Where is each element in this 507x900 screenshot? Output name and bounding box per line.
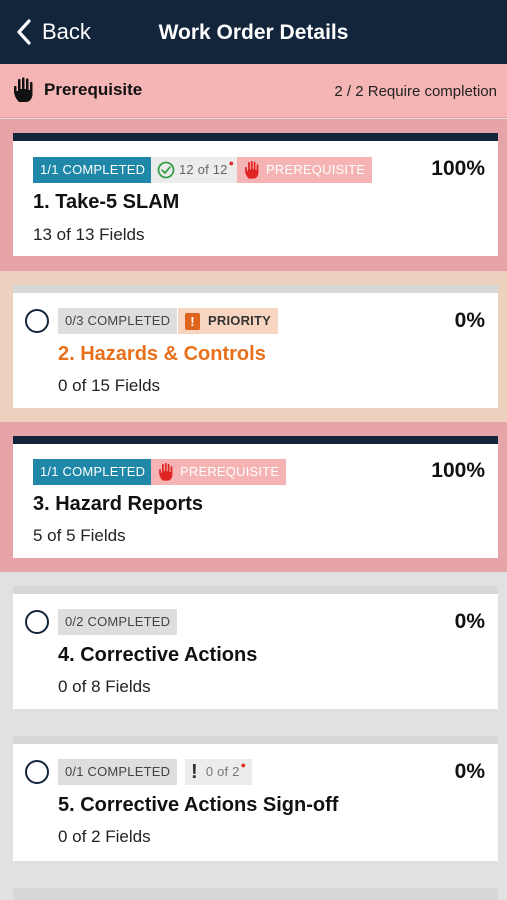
- card-cap: [13, 133, 498, 141]
- card-cap: [13, 285, 498, 293]
- card-cap: [13, 736, 498, 744]
- field-count: 5 of 5 Fields: [33, 526, 126, 545]
- item-title: 4. Corrective Actions: [58, 644, 258, 666]
- percent-complete: 0%: [454, 309, 485, 332]
- check-circle-icon: [157, 161, 175, 179]
- percent-complete: 100%: [431, 459, 485, 482]
- prerequisite-banner: Prerequisite 2 / 2 Require completion: [0, 64, 507, 118]
- requirement-text: 2 / 2 Require completion: [334, 83, 497, 100]
- completed-badge: 1/1 COMPLETED: [33, 157, 153, 183]
- completed-badge: 0/2 COMPLETED: [58, 609, 178, 635]
- item-section: 0/3 COMPLETED PRIORITY 0% 2. Hazards & C…: [0, 271, 507, 422]
- check-count-badge: 12 of 12 ●: [151, 157, 241, 183]
- field-count: 0 of 15 Fields: [58, 376, 161, 395]
- item-title: 5. Corrective Actions Sign-off: [58, 794, 339, 816]
- item-section: 1/1 COMPLETED 12 of 12 ● PREREQUISITE 100…: [0, 119, 507, 271]
- hand-stop-icon: [245, 160, 259, 179]
- work-item-card[interactable]: 1/1 COMPLETED PREREQUISITE 100% 3. Hazar…: [13, 444, 498, 558]
- radio-icon[interactable]: [25, 610, 49, 634]
- item-section: 0/2 COMPLETED 0% 4. Corrective Actions 0…: [0, 572, 507, 722]
- work-item-card[interactable]: 0/1 COMPLETED ! 0 of 2 ● 0% 5. Corrective…: [13, 744, 498, 861]
- priority-label: PRIORITY: [208, 313, 271, 328]
- priority-icon: [185, 309, 200, 335]
- prerequisite-label: Prerequisite: [44, 80, 143, 99]
- completed-badge: 0/3 COMPLETED: [58, 308, 178, 334]
- percent-complete: 0%: [454, 610, 485, 633]
- priority-badge: PRIORITY: [178, 308, 278, 335]
- work-item-card[interactable]: 1/1 COMPLETED 12 of 12 ● PREREQUISITE 100…: [13, 141, 498, 256]
- field-count: 0 of 2 Fields: [58, 827, 151, 846]
- item-section: [0, 874, 507, 900]
- completed-badge: 0/1 COMPLETED: [58, 759, 178, 785]
- page-title: Work Order Details: [158, 21, 349, 44]
- nav-bar: Back Work Order Details: [0, 0, 507, 64]
- card-cap: [13, 586, 498, 594]
- prerequisite-badge-label: PREREQUISITE: [180, 464, 280, 479]
- item-title: 1. Take-5 SLAM: [33, 191, 180, 213]
- card-cap: [13, 888, 498, 900]
- item-section: 0/1 COMPLETED ! 0 of 2 ● 0% 5. Corrective…: [0, 722, 507, 874]
- field-count: 13 of 13 Fields: [33, 225, 145, 244]
- radio-icon[interactable]: [25, 760, 49, 784]
- item-section: 1/1 COMPLETED PREREQUISITE 100% 3. Hazar…: [0, 422, 507, 572]
- missing-count-badge: ! 0 of 2 ●: [185, 759, 253, 785]
- prerequisite-badge: PREREQUISITE: [237, 157, 373, 183]
- hand-stop-icon: [159, 462, 173, 481]
- field-count: 0 of 8 Fields: [58, 677, 151, 696]
- card-cap: [13, 436, 498, 444]
- completed-badge: 1/1 COMPLETED: [33, 459, 153, 485]
- missing-count: 0 of 2: [205, 764, 240, 779]
- prerequisite-badge: PREREQUISITE: [151, 459, 287, 485]
- exclamation-icon: !: [191, 761, 198, 783]
- check-count: 12 of 12: [179, 162, 228, 177]
- percent-complete: 0%: [454, 760, 485, 783]
- percent-complete: 100%: [431, 157, 485, 180]
- item-title: 3. Hazard Reports: [33, 493, 204, 515]
- prerequisite-badge-label: PREREQUISITE: [266, 162, 366, 177]
- work-item-card[interactable]: 0/3 COMPLETED PRIORITY 0% 2. Hazards & C…: [13, 293, 498, 408]
- radio-icon[interactable]: [25, 309, 49, 333]
- item-title: 2. Hazards & Controls: [58, 343, 266, 365]
- work-item-card[interactable]: 0/2 COMPLETED 0% 4. Corrective Actions 0…: [13, 594, 498, 709]
- hand-stop-icon: [14, 77, 33, 102]
